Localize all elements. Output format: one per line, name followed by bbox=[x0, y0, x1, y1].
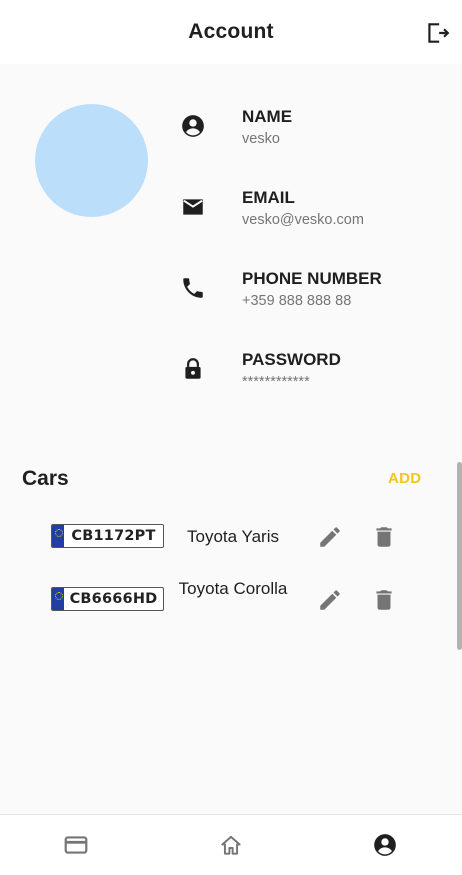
bottom-navigation bbox=[0, 814, 462, 875]
profile-field-phone[interactable]: PHONE NUMBER +359 888 888 88 bbox=[180, 269, 450, 329]
nav-item-home[interactable] bbox=[218, 832, 244, 858]
plate-number: CB1172PT bbox=[71, 528, 156, 544]
delete-car-button[interactable] bbox=[371, 587, 397, 613]
app-bar: Account bbox=[0, 0, 462, 64]
delete-car-button[interactable] bbox=[371, 524, 397, 550]
field-value: ************ bbox=[242, 374, 310, 390]
logout-icon bbox=[428, 23, 450, 43]
edit-car-button[interactable] bbox=[317, 524, 343, 550]
email-icon bbox=[183, 199, 203, 215]
phone-icon bbox=[183, 278, 203, 298]
home-icon bbox=[221, 835, 241, 855]
license-plate: CB6666HD bbox=[51, 587, 164, 611]
profile-field-password[interactable]: PASSWORD ************ bbox=[180, 350, 450, 410]
page-title: Account bbox=[188, 20, 274, 43]
pencil-icon bbox=[320, 590, 340, 610]
nav-item-account[interactable] bbox=[372, 832, 398, 858]
license-plate: CB1172PT bbox=[51, 524, 164, 548]
eu-flag-icon bbox=[52, 525, 64, 547]
pencil-icon bbox=[320, 527, 340, 547]
field-label: PASSWORD bbox=[242, 350, 341, 369]
field-value: vesko@vesko.com bbox=[242, 212, 364, 228]
profile-field-name[interactable]: NAME vesko bbox=[180, 107, 450, 167]
add-car-button[interactable]: ADD bbox=[388, 470, 421, 487]
car-row: CB6666HD Toyota Corolla bbox=[0, 575, 462, 625]
logout-button[interactable] bbox=[424, 20, 450, 46]
car-row: CB1172PT Toyota Yaris bbox=[0, 512, 462, 562]
eu-flag-icon bbox=[52, 588, 64, 610]
field-label: NAME bbox=[242, 107, 293, 126]
field-value: vesko bbox=[242, 131, 280, 147]
scrollbar[interactable] bbox=[457, 462, 462, 650]
edit-car-button[interactable] bbox=[317, 587, 343, 613]
account-circle-icon bbox=[374, 834, 396, 856]
car-model: Toyota Corolla bbox=[178, 579, 288, 598]
field-label: PHONE NUMBER bbox=[242, 269, 382, 288]
trash-icon bbox=[376, 527, 392, 547]
field-value: +359 888 888 88 bbox=[242, 293, 352, 309]
credit-card-icon bbox=[64, 836, 88, 854]
account-circle-icon bbox=[182, 115, 204, 137]
plate-number: CB6666HD bbox=[69, 591, 158, 607]
lock-icon bbox=[185, 358, 201, 379]
nav-item-cards[interactable] bbox=[63, 832, 89, 858]
cars-heading: Cars bbox=[22, 467, 69, 490]
trash-icon bbox=[376, 590, 392, 610]
avatar[interactable] bbox=[35, 104, 148, 217]
field-label: EMAIL bbox=[242, 188, 295, 207]
car-model: Toyota Yaris bbox=[187, 527, 279, 546]
profile-field-email[interactable]: EMAIL vesko@vesko.com bbox=[180, 188, 450, 248]
